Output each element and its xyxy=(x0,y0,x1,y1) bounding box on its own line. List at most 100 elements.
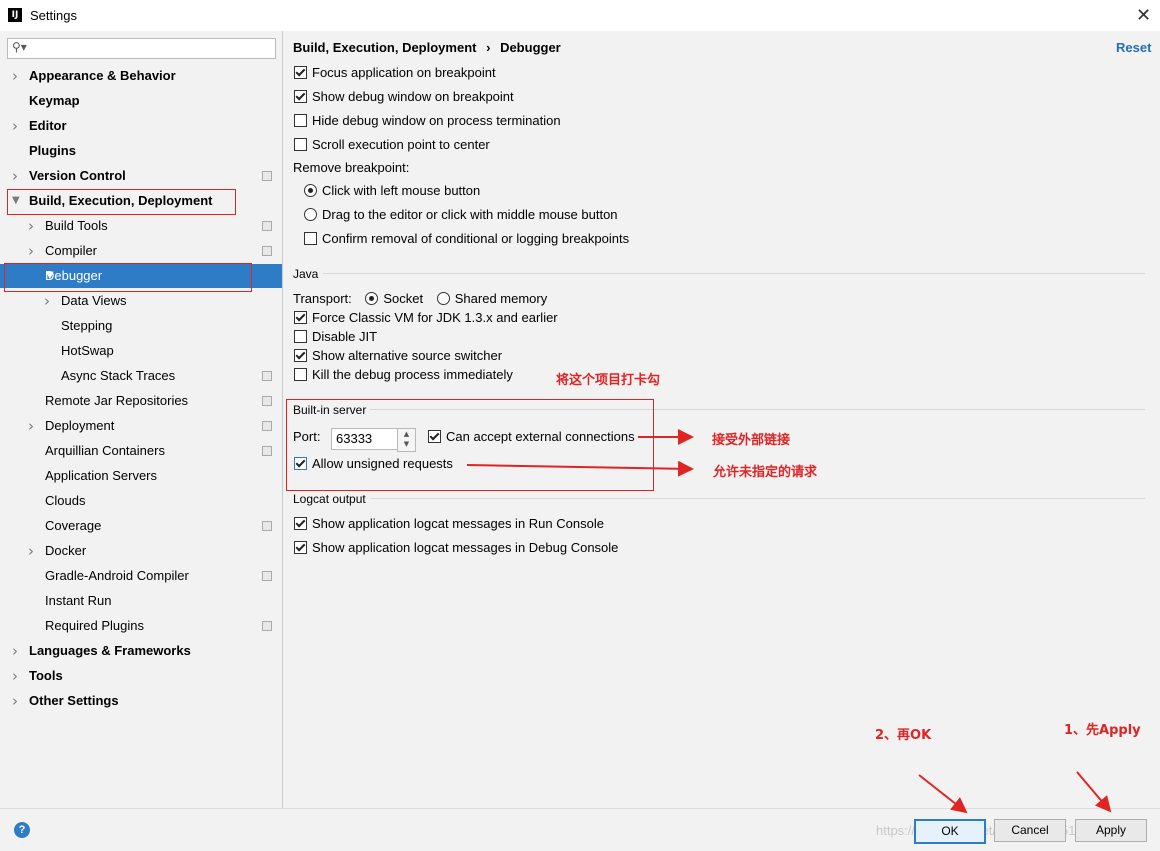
allow-unsigned-checkbox[interactable]: Allow unsigned requests xyxy=(294,455,453,473)
sidebar-item-arquillian-containers[interactable]: Arquillian Containers xyxy=(0,439,282,463)
click-left-radio[interactable]: Click with left mouse button xyxy=(304,182,480,200)
sidebar-item-hotswap[interactable]: HotSwap xyxy=(0,339,282,363)
sidebar-item-label: Appearance & Behavior xyxy=(29,68,176,83)
reset-link[interactable]: Reset xyxy=(1116,40,1151,55)
checkbox-box[interactable] xyxy=(294,457,307,470)
force-classic-checkbox[interactable]: Force Classic VM for JDK 1.3.x and earli… xyxy=(294,309,558,327)
chevron-right-icon[interactable]: › xyxy=(28,214,34,238)
logcat-debug-console-checkbox[interactable]: Show application logcat messages in Debu… xyxy=(294,539,618,557)
radio-circle[interactable] xyxy=(436,292,450,305)
sidebar-item-label: Compiler xyxy=(45,243,98,258)
show-debug-window-checkbox[interactable]: Show debug window on breakpoint xyxy=(294,88,514,106)
radio-circle[interactable] xyxy=(365,292,379,305)
sidebar-item-coverage[interactable]: Coverage xyxy=(0,514,282,538)
checkbox-box[interactable] xyxy=(294,114,307,127)
port-spinner[interactable]: ▲ ▼ xyxy=(397,428,416,452)
radio-circle[interactable] xyxy=(304,184,317,197)
sidebar-item-docker[interactable]: › Docker xyxy=(0,539,282,563)
accept-external-checkbox[interactable]: Can accept external connections xyxy=(428,428,635,446)
checkbox-box[interactable] xyxy=(294,517,307,530)
chevron-down-icon[interactable]: ▼ xyxy=(12,189,20,213)
logcat-run-console-checkbox[interactable]: Show application logcat messages in Run … xyxy=(294,515,604,533)
sidebar-item-keymap[interactable]: Keymap xyxy=(0,89,282,113)
search-input[interactable]: ⚲▾ xyxy=(7,38,276,59)
port-input[interactable]: 63333 xyxy=(331,428,401,450)
checkbox-box[interactable] xyxy=(294,66,307,79)
radio-circle[interactable] xyxy=(304,208,317,221)
sidebar-item-application-servers[interactable]: Application Servers xyxy=(0,464,282,488)
scroll-center-checkbox[interactable]: Scroll execution point to center xyxy=(294,136,490,154)
sidebar-item-editor[interactable]: › Editor xyxy=(0,114,282,138)
breadcrumb-current: Debugger xyxy=(500,40,561,55)
sidebar-item-build-execution-deployment[interactable]: ▼ Build, Execution, Deployment xyxy=(0,189,282,213)
checkbox-label: Hide debug window on process termination xyxy=(312,113,561,128)
debugger-settings-panel: Build, Execution, Deployment › Debugger … xyxy=(283,31,1160,808)
focus-app-checkbox[interactable]: Focus application on breakpoint xyxy=(294,64,496,82)
sidebar-item-label: Editor xyxy=(29,118,67,133)
chevron-right-icon[interactable]: › xyxy=(12,114,18,138)
socket-radio[interactable]: Socket xyxy=(365,291,433,306)
sidebar-item-version-control[interactable]: › Version Control xyxy=(0,164,282,188)
sidebar-item-label: Async Stack Traces xyxy=(61,368,176,383)
sidebar-item-label: Clouds xyxy=(45,493,86,508)
sidebar-item-build-tools[interactable]: › Build Tools xyxy=(0,214,282,238)
port-label: Port: xyxy=(293,429,321,444)
radio-label: Drag to the editor or click with middle … xyxy=(322,207,618,222)
project-scope-icon xyxy=(262,371,272,381)
spinner-down-icon[interactable]: ▼ xyxy=(398,439,415,449)
drag-middle-radio[interactable]: Drag to the editor or click with middle … xyxy=(304,206,618,224)
chevron-right-icon[interactable]: › xyxy=(12,639,18,663)
sidebar-item-languages-frameworks[interactable]: › Languages & Frameworks xyxy=(0,639,282,663)
checkbox-box[interactable] xyxy=(304,232,317,245)
sidebar-item-gradle-android-compiler[interactable]: Gradle-Android Compiler xyxy=(0,564,282,588)
chevron-right-icon[interactable]: › xyxy=(12,64,18,88)
checkbox-box[interactable] xyxy=(294,330,307,343)
apply-button[interactable]: Apply xyxy=(1075,819,1147,842)
close-icon[interactable]: ✕ xyxy=(1136,5,1151,26)
sidebar-item-stepping[interactable]: Stepping xyxy=(0,314,282,338)
sidebar-item-appearance-behavior[interactable]: › Appearance & Behavior xyxy=(0,64,282,88)
sidebar-item-remote-jar-repositories[interactable]: Remote Jar Repositories xyxy=(0,389,282,413)
checkbox-box[interactable] xyxy=(294,90,307,103)
disable-jit-checkbox[interactable]: Disable JIT xyxy=(294,328,377,346)
sidebar-item-debugger[interactable]: ▼ Debugger xyxy=(0,264,282,288)
checkbox-box[interactable] xyxy=(294,541,307,554)
sidebar-item-compiler[interactable]: › Compiler xyxy=(0,239,282,263)
chevron-right-icon[interactable]: › xyxy=(28,414,34,438)
help-icon[interactable]: ? xyxy=(14,822,30,838)
checkbox-box[interactable] xyxy=(294,368,307,381)
checkbox-box[interactable] xyxy=(428,430,441,443)
chevron-right-icon[interactable]: › xyxy=(12,164,18,188)
confirm-removal-checkbox[interactable]: Confirm removal of conditional or loggin… xyxy=(304,230,629,248)
sidebar-item-other-settings[interactable]: › Other Settings xyxy=(0,689,282,713)
server-section-title: Built-in server xyxy=(293,403,367,417)
kill-process-checkbox[interactable]: Kill the debug process immediately xyxy=(294,366,513,384)
sidebar-item-required-plugins[interactable]: Required Plugins xyxy=(0,614,282,638)
checkbox-label: Can accept external connections xyxy=(446,429,635,444)
cancel-button[interactable]: Cancel xyxy=(994,819,1066,842)
chevron-right-icon[interactable]: › xyxy=(12,689,18,713)
sidebar-item-clouds[interactable]: Clouds xyxy=(0,489,282,513)
sidebar-item-tools[interactable]: › Tools xyxy=(0,664,282,688)
chevron-right-icon[interactable]: › xyxy=(44,289,50,313)
spinner-up-icon[interactable]: ▲ xyxy=(398,429,415,439)
chevron-right-icon[interactable]: › xyxy=(12,664,18,688)
sidebar-item-label: Debugger xyxy=(45,268,103,283)
chevron-right-icon[interactable]: › xyxy=(28,239,34,263)
chevron-right-icon[interactable]: › xyxy=(28,539,34,563)
sidebar-item-label: Coverage xyxy=(45,518,102,533)
sidebar-item-deployment[interactable]: › Deployment xyxy=(0,414,282,438)
checkbox-box[interactable] xyxy=(294,138,307,151)
shared-memory-radio[interactable]: Shared memory xyxy=(436,291,547,306)
sidebar-item-instant-run[interactable]: Instant Run xyxy=(0,589,282,613)
sidebar-item-data-views[interactable]: › Data Views xyxy=(0,289,282,313)
ok-button[interactable]: OK xyxy=(914,819,986,844)
checkbox-box[interactable] xyxy=(294,311,307,324)
checkbox-label: Force Classic VM for JDK 1.3.x and earli… xyxy=(312,310,558,325)
alt-source-checkbox[interactable]: Show alternative source switcher xyxy=(294,347,502,365)
sidebar-item-async-stack-traces[interactable]: Async Stack Traces xyxy=(0,364,282,388)
sidebar-item-plugins[interactable]: Plugins xyxy=(0,139,282,163)
hide-debug-window-checkbox[interactable]: Hide debug window on process termination xyxy=(294,112,561,130)
checkbox-box[interactable] xyxy=(294,349,307,362)
checkbox-label: Show application logcat messages in Debu… xyxy=(312,540,619,555)
